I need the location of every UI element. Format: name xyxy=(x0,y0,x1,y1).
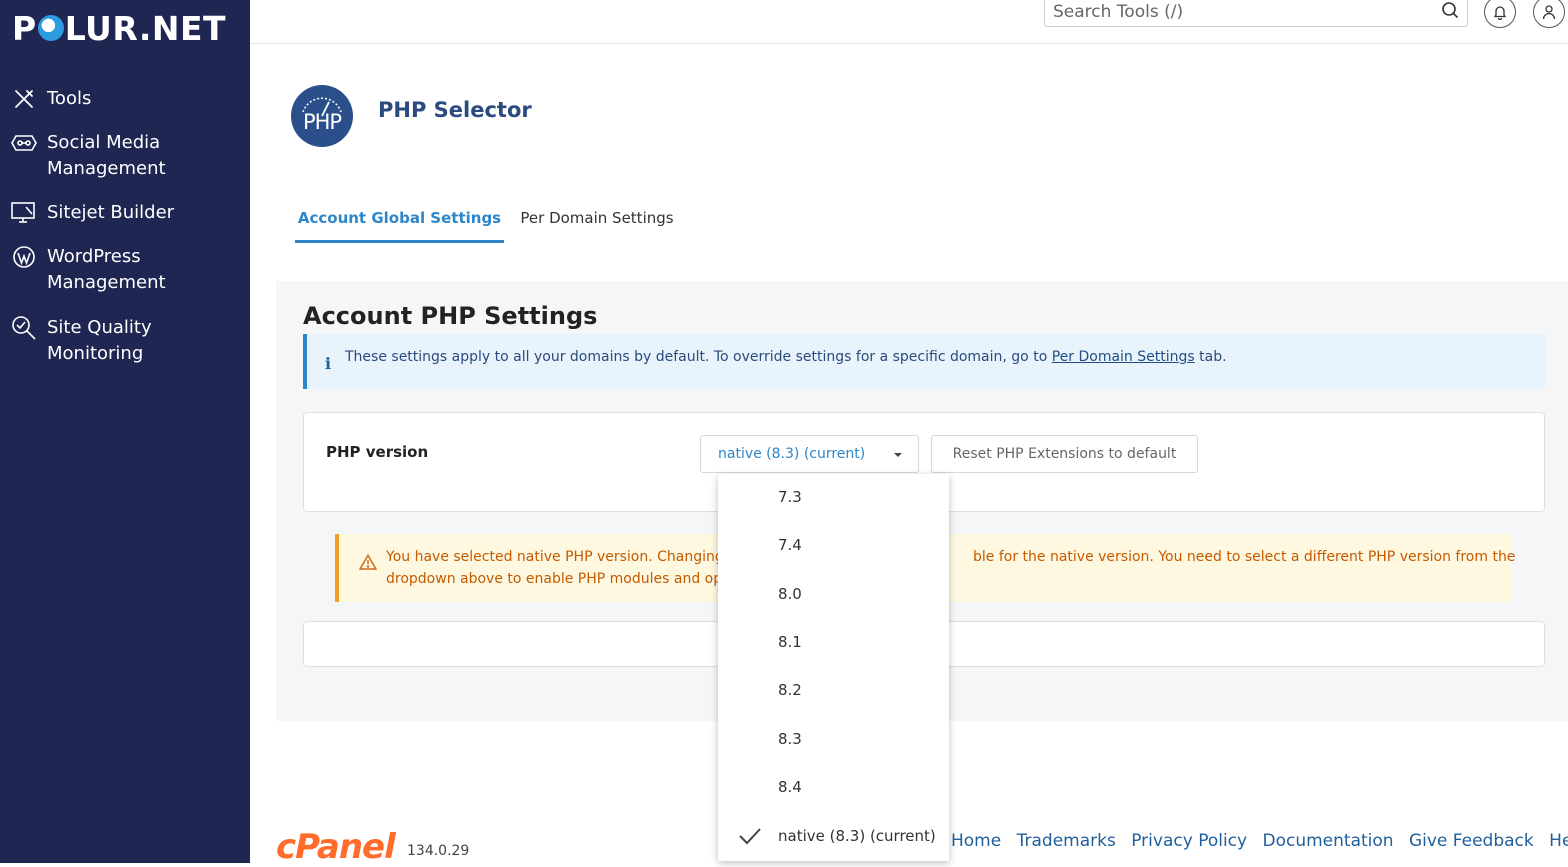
dropdown-option[interactable]: 8.2 xyxy=(718,672,949,708)
info-text: These settings apply to all your domains… xyxy=(345,349,1227,365)
footer-link-privacy-policy[interactable]: Privacy Policy xyxy=(1131,831,1247,851)
reset-php-extensions-button[interactable]: Reset PHP Extensions to default xyxy=(931,435,1198,473)
footer-link-help[interactable]: Help xyxy=(1549,831,1568,851)
info-box: i These settings apply to all your domai… xyxy=(303,334,1545,389)
brand-logo[interactable]: P LUR.NET xyxy=(12,8,226,48)
cpanel-logo[interactable]: cPanel xyxy=(276,830,396,864)
php-version-select[interactable]: native (8.3) (current) xyxy=(700,435,919,473)
info-icon: i xyxy=(325,354,332,373)
footer-link-documentation[interactable]: Documentation xyxy=(1263,831,1394,851)
wordpress-icon xyxy=(10,244,38,270)
sidebar-item-site-quality[interactable]: Site Quality Monitoring xyxy=(10,315,240,367)
php-version-selected: native (8.3) (current) xyxy=(718,446,866,462)
warning-icon xyxy=(358,554,378,574)
footer-link-give-feedback[interactable]: Give Feedback xyxy=(1409,831,1534,851)
social-media-icon xyxy=(10,130,38,156)
sidebar: P LUR.NET Tools Social Media Management S… xyxy=(0,0,250,863)
page-title: PHP Selector xyxy=(378,98,532,122)
sidebar-item-tools[interactable]: Tools xyxy=(10,86,240,112)
dropdown-option[interactable]: 8.1 xyxy=(718,624,949,660)
php-version-dropdown: 7.3 7.4 8.0 8.1 8.2 8.3 8.4 native (8.3)… xyxy=(718,474,949,861)
search-input[interactable] xyxy=(1045,1,1435,23)
cpanel-version: 134.0.29 xyxy=(407,843,470,859)
warning-line-1-left: You have selected native PHP version. Ch… xyxy=(386,549,748,565)
dropdown-option[interactable]: 8.4 xyxy=(718,769,949,805)
warning-line-1-right: ble for the native version. You need to … xyxy=(973,549,1516,565)
sidebar-item-label: WordPress Management xyxy=(47,246,166,293)
warning-line-2-left: dropdown above to enable PHP modules and… xyxy=(386,571,732,587)
dropdown-option[interactable]: 8.0 xyxy=(718,576,949,612)
sidebar-item-label: Site Quality Monitoring xyxy=(47,317,152,364)
php-version-label: PHP version xyxy=(326,443,429,461)
tab-account-global-settings[interactable]: Account Global Settings xyxy=(295,205,504,243)
caret-down-icon xyxy=(894,453,902,457)
footer-link-home[interactable]: Home xyxy=(951,831,1001,851)
user-icon xyxy=(1542,5,1556,20)
search-icon[interactable] xyxy=(1441,1,1459,23)
sidebar-item-wordpress[interactable]: WordPress Management xyxy=(10,244,240,296)
tools-icon xyxy=(10,86,38,112)
dropdown-option[interactable]: 7.4 xyxy=(718,527,949,563)
footer-link-trademarks[interactable]: Trademarks xyxy=(1017,831,1116,851)
info-text-before: These settings apply to all your domains… xyxy=(345,349,1052,365)
sitejet-icon xyxy=(10,200,38,226)
dropdown-option-selected[interactable]: native (8.3) (current) xyxy=(718,818,949,854)
logo-suffix: LUR.NET xyxy=(64,8,227,48)
sidebar-item-label: Tools xyxy=(47,88,92,109)
user-account-button[interactable] xyxy=(1533,0,1565,28)
footer-links: Home Trademarks Privacy Policy Documenta… xyxy=(951,831,1568,851)
php-logo-text: PHP xyxy=(302,110,342,134)
section-title: Account PHP Settings xyxy=(303,302,598,330)
search-box xyxy=(1044,0,1468,27)
site-quality-icon xyxy=(10,315,38,341)
notifications-button[interactable] xyxy=(1484,0,1516,28)
checkmark-icon xyxy=(738,826,762,850)
sidebar-item-social-media[interactable]: Social Media Management xyxy=(10,130,240,182)
logo-ball-icon xyxy=(37,15,64,41)
top-bar xyxy=(250,0,1568,44)
sidebar-item-label: Social Media Management xyxy=(47,132,166,179)
dropdown-option[interactable]: 7.3 xyxy=(718,479,949,515)
info-text-after: tab. xyxy=(1194,349,1227,365)
per-domain-settings-link[interactable]: Per Domain Settings xyxy=(1052,349,1195,365)
sidebar-item-label: Sitejet Builder xyxy=(47,202,175,223)
tab-per-domain-settings[interactable]: Per Domain Settings xyxy=(512,205,682,243)
php-selector-logo: PHP xyxy=(291,85,353,147)
dropdown-option[interactable]: 8.3 xyxy=(718,721,949,757)
bell-icon xyxy=(1493,6,1507,20)
sidebar-item-sitejet[interactable]: Sitejet Builder xyxy=(10,200,240,226)
logo-prefix: P xyxy=(12,8,37,48)
